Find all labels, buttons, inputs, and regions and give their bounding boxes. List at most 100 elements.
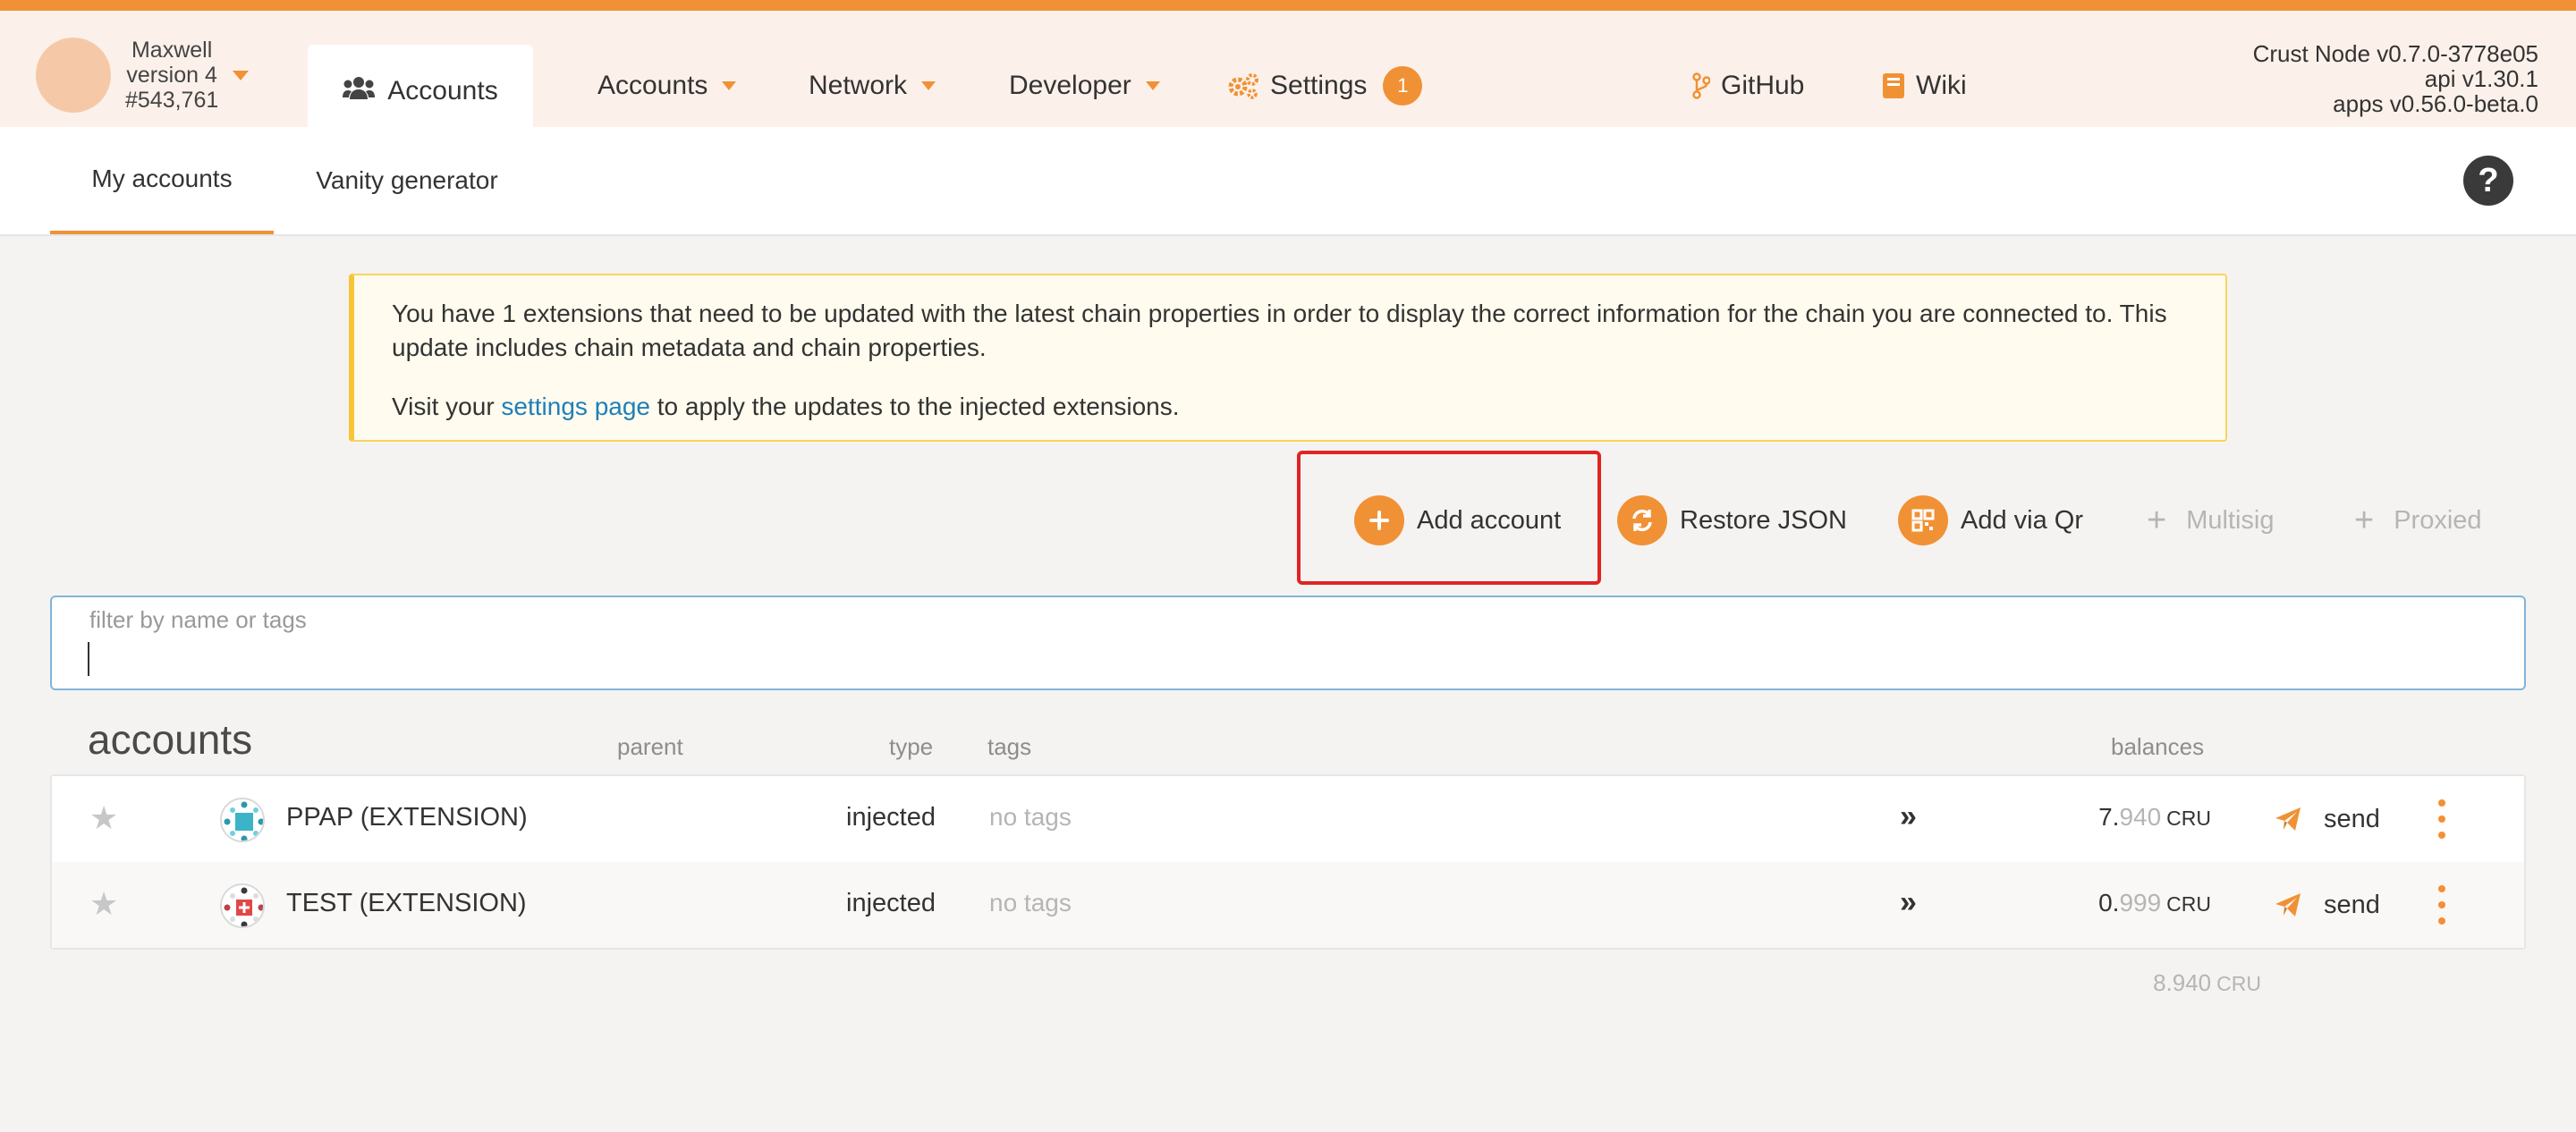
filter-field: filter by name or tags <box>50 596 2526 690</box>
account-identicon[interactable] <box>220 883 265 928</box>
balance-unit: CRU <box>2166 892 2211 916</box>
menu-settings[interactable]: Settings 1 <box>1227 66 1423 106</box>
balance-int: 7. <box>2098 803 2120 831</box>
table-row: ★ PPAP (EXTENSION) injected no tags » 7.… <box>52 776 2524 862</box>
multisig-button[interactable]: + Multisig <box>2147 494 2275 547</box>
table-row: ★ TEST (EXTENSION) injected no tags » 0.… <box>52 862 2524 948</box>
warning-visit-suffix: to apply the updates to the injected ext… <box>650 393 1180 420</box>
menu-wiki-label: Wiki <box>1916 71 1967 100</box>
chain-text: Maxwell version 4 #543,761 <box>125 38 218 113</box>
chevron-down-icon <box>722 81 737 90</box>
warning-visit-prefix: Visit your <box>392 393 502 420</box>
plus-icon: + <box>2354 502 2375 539</box>
restore-json-button[interactable]: Restore JSON <box>1617 494 1847 547</box>
paper-plane-icon <box>2274 806 2302 832</box>
plus-icon: + <box>2147 502 2167 539</box>
text-cursor <box>88 642 89 676</box>
total-value: 8.940 <box>2153 969 2212 996</box>
warning-banner: You have 1 extensions that need to be up… <box>349 274 2227 442</box>
more-vertical-icon[interactable] <box>2436 885 2447 925</box>
tabs-bar: My accounts Vanity generator ? <box>0 127 2576 236</box>
account-balance: 7.940 CRU <box>2098 803 2211 832</box>
chevron-down-icon <box>1145 81 1160 90</box>
menu-accounts[interactable]: Accounts <box>597 66 737 106</box>
filter-input[interactable] <box>88 640 2485 681</box>
sync-icon <box>1617 495 1667 545</box>
send-button[interactable]: send <box>2274 801 2380 837</box>
total-balance: 8.940 CRU <box>2153 969 2261 997</box>
menu-network-label: Network <box>809 71 908 100</box>
account-type: injected <box>846 889 936 917</box>
account-name[interactable]: PPAP (EXTENSION) <box>286 803 528 832</box>
menubar: Maxwell version 4 #543,761 Accounts Acco… <box>0 11 2576 138</box>
filter-label: filter by name or tags <box>89 606 307 633</box>
expand-icon[interactable]: » <box>1900 799 1917 834</box>
settings-badge: 1 <box>1383 66 1423 106</box>
chain-version: version 4 <box>126 63 217 88</box>
tab-vanity-generator[interactable]: Vanity generator <box>295 127 519 234</box>
menu-settings-label: Settings <box>1270 71 1368 100</box>
gears-icon <box>1227 72 1259 99</box>
account-actions: Add account Restore JSON Add via Qr + Mu… <box>1297 451 2482 585</box>
star-icon[interactable]: ★ <box>89 885 118 923</box>
header-tags: tags <box>987 733 1032 760</box>
chain-name: Maxwell <box>131 38 213 63</box>
plus-icon <box>1354 495 1404 545</box>
menu-developer-label: Developer <box>1009 71 1131 100</box>
balance-dec: 999 <box>2119 889 2162 917</box>
header-type: type <box>889 733 934 760</box>
warning-visit: Visit your settings page to apply the up… <box>392 390 2188 424</box>
menu-github-label: GitHub <box>1721 71 1805 100</box>
proxied-label: Proxied <box>2394 505 2482 535</box>
send-label: send <box>2324 804 2380 833</box>
accounts-heading: accounts <box>88 716 253 763</box>
menu-active-accounts[interactable]: Accounts <box>308 45 533 138</box>
users-icon <box>343 76 376 106</box>
account-name[interactable]: TEST (EXTENSION) <box>286 889 527 918</box>
menu-github[interactable]: GitHub <box>1692 66 1804 106</box>
warning-text: You have 1 extensions that need to be up… <box>392 300 2167 361</box>
tab-my-accounts[interactable]: My accounts <box>50 127 274 234</box>
accounts-table: ★ PPAP (EXTENSION) injected no tags » 7.… <box>50 774 2526 950</box>
menu-wiki[interactable]: Wiki <box>1882 66 1967 106</box>
node-version: Crust Node v0.7.0-3778e05 <box>2252 40 2538 67</box>
chain-logo <box>36 38 111 113</box>
paper-plane-icon <box>2274 891 2302 918</box>
proxied-button[interactable]: + Proxied <box>2354 494 2482 547</box>
balance-int: 0. <box>2098 889 2120 917</box>
add-account-label: Add account <box>1417 505 1562 535</box>
multisig-label: Multisig <box>2186 505 2275 535</box>
send-button[interactable]: send <box>2274 887 2380 923</box>
menu-developer[interactable]: Developer <box>1009 66 1160 106</box>
git-branch-icon <box>1692 72 1710 99</box>
restore-json-label: Restore JSON <box>1680 505 1847 535</box>
star-icon[interactable]: ★ <box>89 799 118 837</box>
more-vertical-icon[interactable] <box>2436 799 2447 839</box>
menu-network[interactable]: Network <box>809 66 936 106</box>
top-accent-stripe <box>0 0 2576 11</box>
menu-active-label: Accounts <box>387 76 498 106</box>
version-info: Crust Node v0.7.0-3778e05 api v1.30.1 ap… <box>2253 41 2538 116</box>
account-identicon[interactable] <box>220 798 265 842</box>
settings-page-link[interactable]: settings page <box>501 393 650 420</box>
expand-icon[interactable]: » <box>1900 885 1917 920</box>
account-tags[interactable]: no tags <box>989 803 1072 832</box>
book-icon <box>1882 72 1905 99</box>
header-parent: parent <box>617 733 683 760</box>
account-tags[interactable]: no tags <box>989 889 1072 917</box>
balance-dec: 940 <box>2119 803 2162 831</box>
total-unit: CRU <box>2216 972 2261 995</box>
header-balances: balances <box>2111 733 2205 760</box>
chevron-down-icon <box>233 70 250 80</box>
account-type: injected <box>846 803 936 832</box>
chevron-down-icon <box>921 81 936 90</box>
help-icon[interactable]: ? <box>2463 156 2513 206</box>
add-via-qr-label: Add via Qr <box>1961 505 2083 535</box>
balance-unit: CRU <box>2166 807 2211 830</box>
qrcode-icon <box>1898 495 1948 545</box>
chain-block: #543,761 <box>125 88 219 113</box>
add-account-button[interactable]: Add account <box>1354 494 1561 547</box>
add-via-qr-button[interactable]: Add via Qr <box>1898 494 2083 547</box>
chain-selector[interactable]: Maxwell version 4 #543,761 <box>36 32 268 118</box>
send-label: send <box>2324 890 2380 919</box>
